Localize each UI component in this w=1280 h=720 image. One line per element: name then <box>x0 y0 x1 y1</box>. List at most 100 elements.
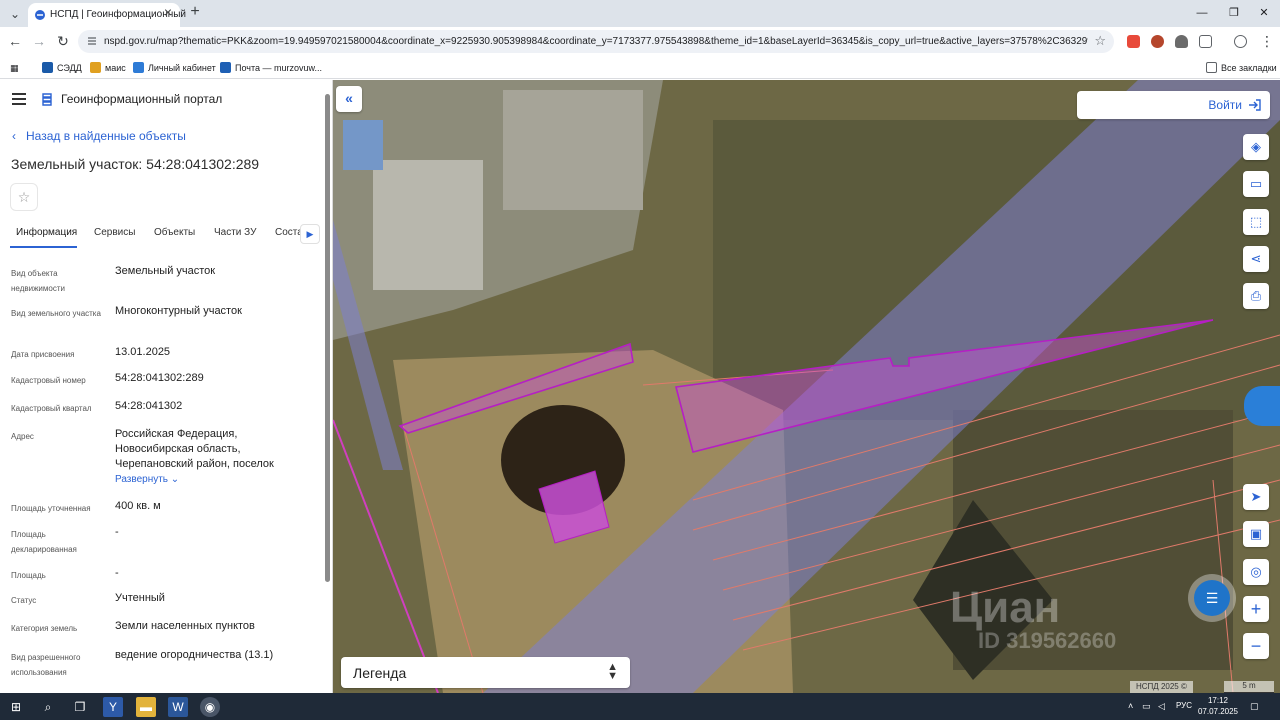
yandex-browser-icon[interactable]: Y <box>103 697 123 717</box>
nspd-favicon-icon <box>35 10 45 20</box>
portal-title: Геоинформационный портал <box>61 92 223 106</box>
expand-label: Развернуть <box>115 474 169 485</box>
bookmark-sedd[interactable]: СЭДД <box>42 60 82 76</box>
layers-icon[interactable]: ◈ <box>1243 134 1269 160</box>
restore-icon[interactable]: ❐ <box>1222 3 1246 23</box>
ruler-icon[interactable]: ▭ <box>1243 171 1269 197</box>
field-label: Площадь декларированная <box>11 530 77 554</box>
map-canvas[interactable] <box>333 80 1280 693</box>
active-tab-indicator <box>10 246 77 248</box>
print-icon[interactable]: ⎙ <box>1243 283 1269 309</box>
back-arrow-icon[interactable]: ← <box>5 31 25 51</box>
notifications-icon[interactable]: ▢ <box>1250 701 1259 712</box>
extension-icon[interactable] <box>1151 35 1164 48</box>
favorite-star-icon[interactable]: ☆ <box>10 183 38 211</box>
rooftop-blue <box>343 120 383 170</box>
windows-taskbar: ⊞ ⌕ ❐ Y ▬ W ◉ ˄ ▭ ◁ РУС 17:12 07.07.2025… <box>0 693 1280 720</box>
bookmark-icon <box>133 62 144 73</box>
chat-bubble-icon: ☰ <box>1194 580 1230 616</box>
tray-chevron-icon[interactable]: ˄ <box>1128 701 1133 711</box>
field-value: 13.01.2025 <box>115 346 171 358</box>
tabs-scroll-right-icon[interactable]: ▶ <box>300 224 320 244</box>
field-label: Вид земельного участка <box>11 309 101 318</box>
tab-information[interactable]: Информация <box>16 227 77 238</box>
select-area-icon[interactable]: ⬚ <box>1243 209 1269 235</box>
bookmark-mail[interactable]: Почта — murzovuw... <box>220 60 322 76</box>
field-value: - <box>115 567 119 579</box>
bookmark-icon <box>220 62 231 73</box>
bookmark-star-icon[interactable]: ☆ <box>1094 33 1106 49</box>
legend-dropdown[interactable]: Легенда ▲ ▼ <box>341 657 630 688</box>
satellite-map[interactable] <box>333 80 1280 693</box>
chevron-left-icon: ‹ <box>12 129 16 143</box>
close-window-icon[interactable]: ✕ <box>1252 3 1276 23</box>
extension-icon[interactable] <box>1127 35 1140 48</box>
back-link-label: Назад в найденные объекты <box>26 129 186 143</box>
windows-start-icon[interactable]: ⊞ <box>6 697 26 717</box>
field-value: Земли населенных пунктов <box>115 620 255 632</box>
rooftop <box>503 90 643 210</box>
minimize-icon[interactable]: — <box>1190 3 1214 23</box>
language-indicator[interactable]: РУС <box>1176 701 1192 710</box>
zoom-out-icon[interactable]: − <box>1243 633 1269 659</box>
network-icon[interactable]: ▭ <box>1142 701 1151 712</box>
menu-hamburger-icon[interactable] <box>12 93 26 105</box>
share-icon[interactable]: ⋖ <box>1243 246 1269 272</box>
file-explorer-icon[interactable]: ▬ <box>136 697 156 717</box>
word-icon[interactable]: W <box>168 697 188 717</box>
reload-icon[interactable]: ↻ <box>53 31 73 51</box>
location-search-icon[interactable]: ◎ <box>1243 559 1269 585</box>
clock[interactable]: 17:12 07.07.2025 <box>1196 695 1240 717</box>
minimap-icon[interactable]: ▣ <box>1243 521 1269 547</box>
search-icon[interactable]: ⌕ <box>38 697 58 717</box>
bookmark-lk[interactable]: Личный кабинет <box>133 60 216 76</box>
url-text[interactable]: nspd.gov.ru/map?thematic=PKK&zoom=19.949… <box>104 36 1088 47</box>
field-value: 54:28:041302:289 <box>115 372 204 384</box>
expand-collapse-icon: ▲ ▼ <box>607 661 618 682</box>
login-label: Войти <box>1208 98 1242 112</box>
extension-icon[interactable] <box>1175 35 1188 48</box>
new-tab-icon[interactable]: + <box>186 3 204 23</box>
tab-search-icon[interactable]: ⌄ <box>4 3 26 25</box>
feedback-widget-icon[interactable] <box>1244 386 1280 426</box>
folder-icon <box>1206 62 1217 73</box>
collapse-panel-icon[interactable]: « <box>336 86 362 112</box>
bookmark-mais[interactable]: маис <box>90 60 126 76</box>
field-label: Вид разрешенного использования <box>11 653 81 677</box>
apps-grid-icon[interactable]: ▦ <box>10 60 19 76</box>
forward-arrow-icon[interactable]: → <box>29 31 49 51</box>
login-button[interactable]: Войти <box>1077 91 1270 119</box>
tab-parts[interactable]: Части ЗУ <box>214 227 256 238</box>
profile-avatar-icon[interactable] <box>1234 35 1247 48</box>
chevron-down-icon: ⌄ <box>170 474 180 485</box>
site-info-icon[interactable] <box>86 35 98 47</box>
address-bar[interactable]: nspd.gov.ru/map?thematic=PKK&zoom=19.949… <box>78 30 1114 53</box>
chat-button[interactable]: ☰ <box>1188 574 1236 622</box>
browser-tab-active[interactable]: НСПД | Геоинформационный × <box>28 3 186 27</box>
all-bookmarks[interactable]: Все закладки <box>1206 60 1277 76</box>
panel-scrollbar-thumb[interactable] <box>325 94 330 582</box>
task-view-icon[interactable]: ❐ <box>70 697 90 717</box>
field-label: Площадь уточненная <box>11 504 91 513</box>
tab-services[interactable]: Сервисы <box>94 227 135 238</box>
field-value: Учтенный <box>115 592 165 604</box>
volume-icon[interactable]: ◁ <box>1158 701 1165 712</box>
object-title: Земельный участок: 54:28:041302:289 <box>11 156 260 172</box>
field-value: - <box>115 526 119 538</box>
map-scale: 5 m <box>1224 681 1274 693</box>
field-value: Российская Федерация, Новосибирская обла… <box>115 428 274 470</box>
extensions-puzzle-icon[interactable] <box>1199 35 1212 48</box>
field-label: Адрес <box>11 432 34 441</box>
zoom-in-icon[interactable]: + <box>1243 596 1269 622</box>
back-to-results-link[interactable]: ‹ Назад в найденные объекты <box>12 129 186 143</box>
bookmark-icon <box>42 62 53 73</box>
tab-close-icon[interactable]: × <box>160 4 176 20</box>
field-value: Многоконтурный участок <box>115 305 242 317</box>
field-value: 400 кв. м <box>115 500 161 512</box>
chrome-icon[interactable]: ◉ <box>200 697 220 717</box>
browser-menu-icon[interactable]: ⋮ <box>1257 31 1277 51</box>
tab-composition[interactable]: Соста <box>275 227 303 238</box>
geolocation-icon[interactable]: ➤ <box>1243 484 1269 510</box>
expand-address-link[interactable]: Развернуть ⌄ <box>115 474 179 485</box>
tab-objects[interactable]: Объекты <box>154 227 195 238</box>
